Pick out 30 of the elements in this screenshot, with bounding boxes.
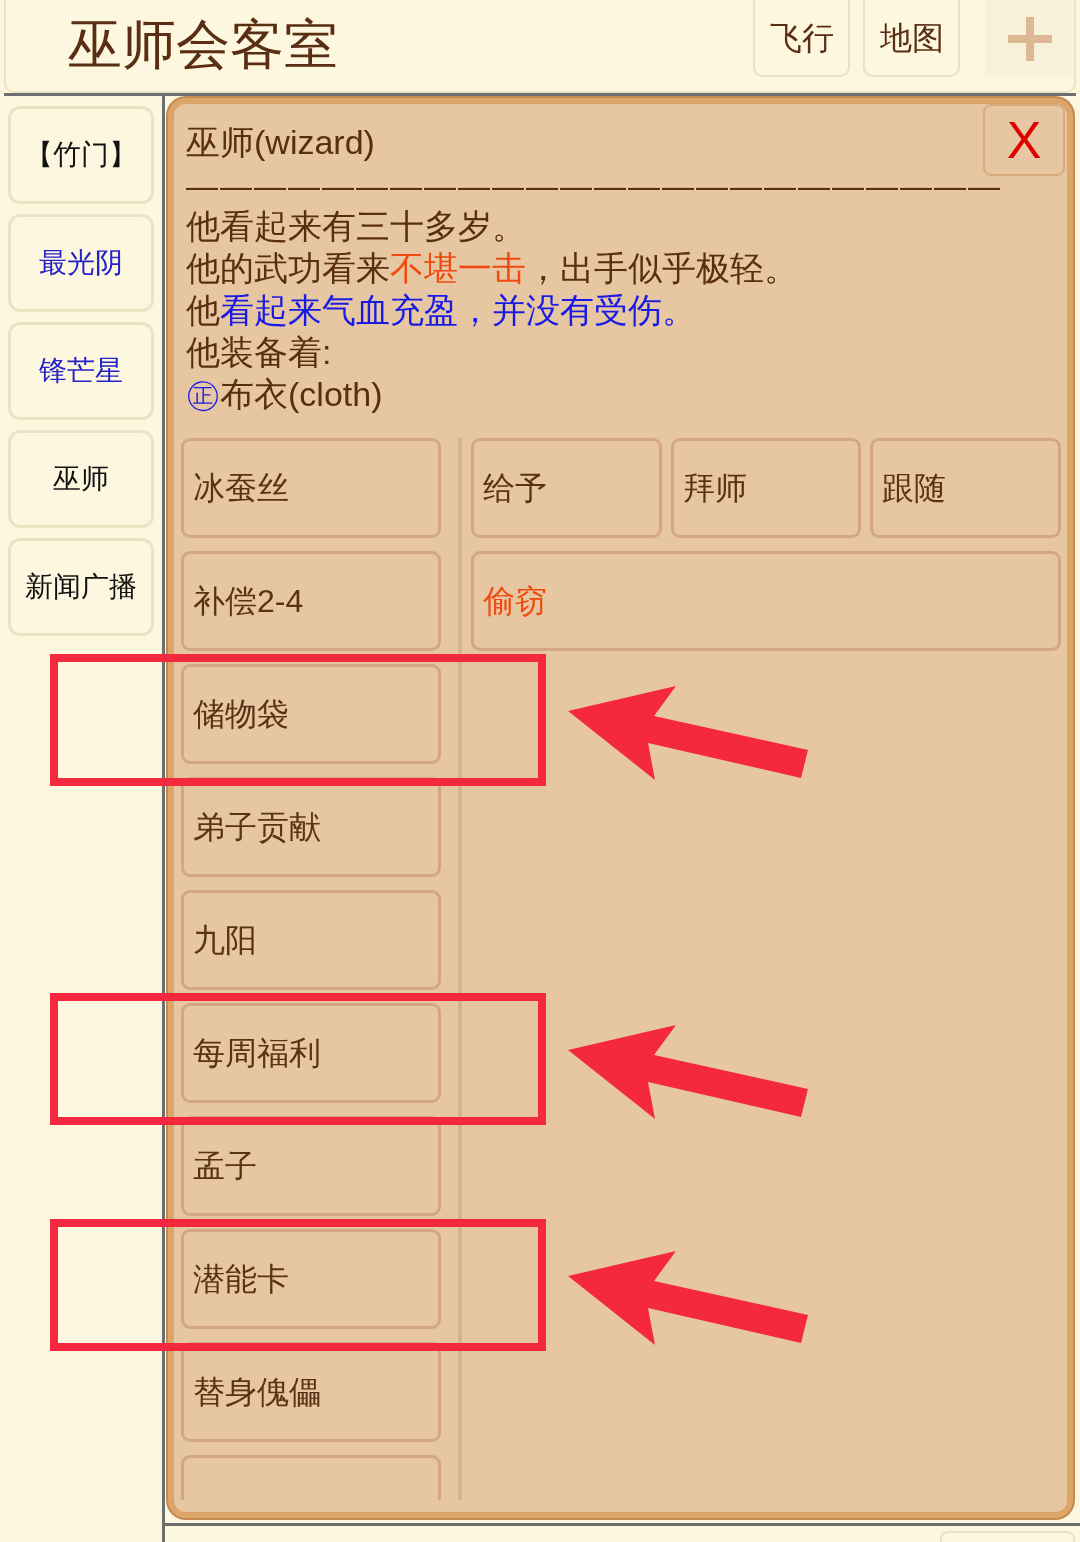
description-line: 他的武功看来不堪一击，出手似乎极轻。 [186, 248, 798, 289]
action-button[interactable]: 储物袋 [181, 664, 441, 764]
room-title: 巫师会客室 [68, 13, 338, 76]
description-line: 他看起来有三十多岁。 [186, 206, 526, 247]
nav-button[interactable]: 飞行 [753, 0, 850, 77]
sidebar-item[interactable]: 新闻广播 [8, 538, 154, 636]
action-button[interactable]: 每周福利 [181, 1003, 441, 1103]
action-button[interactable]: 孟子 [181, 1116, 441, 1216]
action-button[interactable]: 弟子贡献 [181, 777, 441, 877]
sidebar-item[interactable]: 锋芒星 [8, 322, 154, 420]
action-button[interactable]: 九阳 [181, 890, 441, 990]
dialog-title: 巫师(wizard) [186, 122, 375, 163]
action-button[interactable]: 拜师 [670, 438, 862, 538]
nav-button[interactable]: 地图 [863, 0, 960, 77]
sidebar-item[interactable]: 【竹门】 [8, 106, 154, 204]
partial-button[interactable] [940, 1531, 1075, 1542]
add-button[interactable] [985, 0, 1074, 77]
description-line: 他装备着: [186, 332, 332, 373]
action-button[interactable]: 补偿2-4 [181, 551, 441, 651]
action-button[interactable]: 给予 [471, 438, 662, 538]
action-button[interactable]: 替身傀儡 [181, 1342, 441, 1442]
description-line: ㊣布衣(cloth) [186, 374, 383, 415]
plus-icon [1007, 16, 1052, 61]
action-button[interactable]: 冰蚕丝 [181, 438, 441, 538]
description-line: 他看起来气血充盈，并没有受伤。 [186, 290, 696, 331]
sidebar-item[interactable]: 巫师 [8, 430, 154, 528]
action-button[interactable]: 潜能卡 [181, 1229, 441, 1329]
dashed-rule: ———————————————————————— [186, 176, 1002, 196]
sidebar-item[interactable]: 最光阴 [8, 214, 154, 312]
action-button[interactable]: 跟随 [870, 438, 1061, 538]
